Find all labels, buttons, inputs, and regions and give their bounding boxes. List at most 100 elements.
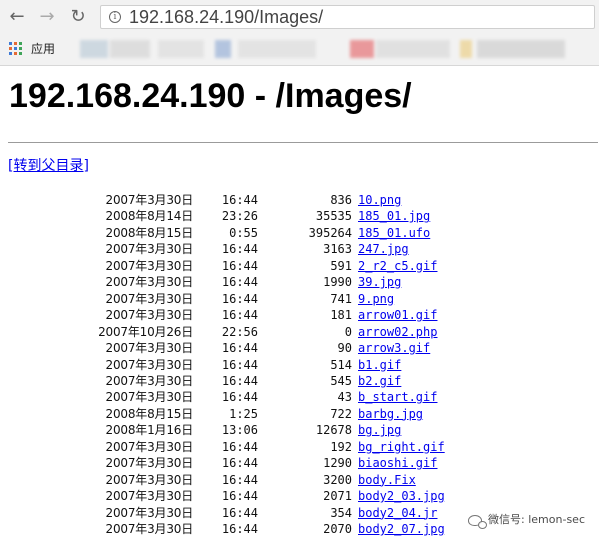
- file-link[interactable]: 10.png: [358, 192, 401, 208]
- file-size: 2070: [323, 522, 352, 536]
- file-date: 2008年8月15日: [105, 225, 194, 240]
- file-link[interactable]: arrow02.php: [358, 324, 437, 340]
- file-link[interactable]: 247.jpg: [358, 241, 409, 257]
- listing-row: 2007年3月30日 16:44 514 b1.gif: [0, 357, 599, 373]
- file-link[interactable]: bg.jpg: [358, 422, 401, 438]
- file-time: 16:44: [221, 439, 258, 454]
- listing-row: 2007年3月30日 16:44 836 10.png: [0, 192, 599, 208]
- file-link[interactable]: b_start.gif: [358, 389, 437, 405]
- file-link[interactable]: 9.png: [358, 291, 394, 307]
- file-link[interactable]: body2_04.jr: [358, 505, 437, 521]
- listing-row: 2008年8月15日 1:25 722 barbg.jpg: [0, 406, 599, 422]
- apps-grid-dot: [19, 42, 22, 45]
- file-link[interactable]: body.Fix: [358, 472, 416, 488]
- wechat-icon: [468, 514, 488, 529]
- file-link[interactable]: arrow3.gif: [358, 340, 430, 356]
- file-size: 545: [330, 373, 352, 388]
- apps-grid-dot: [14, 47, 17, 50]
- file-link[interactable]: 2_r2_c5.gif: [358, 258, 437, 274]
- listing-row: 2007年3月30日 16:44 1290 biaoshi.gif: [0, 455, 599, 471]
- page-heading: 192.168.24.190 - /Images/: [9, 77, 412, 115]
- listing-row: 2007年3月30日 16:44 741 9.png: [0, 291, 599, 307]
- blurred-bookmark: [80, 40, 108, 58]
- file-time: 16:44: [221, 522, 258, 536]
- file-date: 2007年3月30日: [105, 308, 194, 323]
- listing-row: 2007年3月30日 16:44 181 arrow01.gif: [0, 307, 599, 323]
- file-time: 16:44: [221, 341, 258, 356]
- file-size: 3200: [323, 472, 352, 487]
- blurred-bookmark: [477, 40, 565, 58]
- file-date: 2007年3月30日: [105, 373, 194, 388]
- watermark-text: 微信号: lemon-sec: [488, 513, 585, 526]
- file-time: 16:44: [221, 291, 258, 306]
- listing-row: 2007年3月30日 16:44 2071 body2_03.jpg: [0, 488, 599, 504]
- apps-grid-dot: [9, 47, 12, 50]
- file-time: 16:44: [221, 357, 258, 372]
- file-date: 2007年3月30日: [105, 505, 194, 520]
- file-size: 1990: [323, 275, 352, 290]
- file-link[interactable]: body2_07.jpg: [358, 521, 445, 537]
- apps-grid-dot: [14, 52, 17, 55]
- wechat-watermark: 微信号: lemon-sec: [466, 511, 585, 529]
- blurred-bookmark: [460, 40, 472, 58]
- apps-grid-dot: [9, 52, 12, 55]
- file-time: 16:44: [221, 390, 258, 405]
- file-time: 16:44: [221, 258, 258, 273]
- file-link[interactable]: biaoshi.gif: [358, 455, 437, 471]
- apps-bookmark-label[interactable]: 应用: [31, 40, 55, 57]
- file-time: 16:44: [221, 472, 258, 487]
- forward-icon[interactable]: →: [35, 5, 59, 29]
- file-size: 90: [337, 341, 352, 356]
- listing-row: 2007年3月30日 16:44 545 b2.gif: [0, 373, 599, 389]
- file-link[interactable]: 185_01.jpg: [358, 208, 430, 224]
- file-link[interactable]: arrow01.gif: [358, 307, 437, 323]
- file-date: 2007年3月30日: [105, 258, 194, 273]
- listing-row: 2007年3月30日 16:44 43 b_start.gif: [0, 389, 599, 405]
- file-time: 16:44: [221, 456, 258, 471]
- file-size: 722: [330, 406, 352, 421]
- info-icon[interactable]: i: [109, 11, 121, 23]
- file-time: 16:44: [221, 489, 258, 504]
- file-date: 2007年3月30日: [105, 341, 194, 356]
- blurred-bookmark: [158, 40, 204, 58]
- file-size: 836: [330, 193, 352, 207]
- file-link[interactable]: 185_01.ufo: [358, 225, 430, 241]
- parent-directory-link[interactable]: [转到父目录]: [8, 156, 89, 176]
- apps-grid-dot: [19, 52, 22, 55]
- file-time: 0:55: [229, 225, 258, 240]
- file-time: 16:44: [221, 193, 258, 207]
- horizontal-rule: [8, 142, 598, 143]
- file-size: 2071: [323, 489, 352, 504]
- listing-row: 2008年1月16日 13:06 12678 bg.jpg: [0, 422, 599, 438]
- browser-chrome: ← → ↻ i 192.168.24.190/Images/ 应用: [0, 0, 599, 66]
- blurred-bookmark: [215, 40, 231, 58]
- listing-row: 2007年10月26日 22:56 0 arrow02.php: [0, 324, 599, 340]
- file-time: 16:44: [221, 308, 258, 323]
- blurred-bookmark: [350, 40, 374, 58]
- file-time: 13:06: [221, 423, 258, 438]
- file-link[interactable]: 39.jpg: [358, 274, 401, 290]
- file-link[interactable]: barbg.jpg: [358, 406, 423, 422]
- file-date: 2007年3月30日: [105, 489, 194, 504]
- file-link[interactable]: b1.gif: [358, 357, 401, 373]
- file-date: 2007年3月30日: [105, 439, 194, 454]
- listing-row: 2007年3月30日 16:44 3200 body.Fix: [0, 472, 599, 488]
- address-bar[interactable]: i 192.168.24.190/Images/: [100, 5, 595, 29]
- file-date: 2007年3月30日: [105, 291, 194, 306]
- file-link[interactable]: b2.gif: [358, 373, 401, 389]
- address-url[interactable]: 192.168.24.190/Images/: [129, 7, 323, 28]
- file-size: 35535: [315, 209, 352, 224]
- file-time: 16:44: [221, 275, 258, 290]
- listing-row: 2008年8月15日 0:55 395264 185_01.ufo: [0, 225, 599, 241]
- back-icon[interactable]: ←: [5, 5, 29, 29]
- bookmarks-bar: 应用: [0, 34, 599, 64]
- reload-icon[interactable]: ↻: [66, 5, 90, 29]
- file-link[interactable]: bg_right.gif: [358, 439, 445, 455]
- file-date: 2007年3月30日: [105, 193, 194, 207]
- apps-icon[interactable]: [9, 42, 22, 55]
- listing-row: 2007年3月30日 16:44 3163 247.jpg: [0, 241, 599, 257]
- file-link[interactable]: body2_03.jpg: [358, 488, 445, 504]
- file-size: 43: [337, 390, 352, 405]
- file-date: 2007年3月30日: [105, 456, 194, 471]
- file-date: 2008年8月15日: [105, 406, 194, 421]
